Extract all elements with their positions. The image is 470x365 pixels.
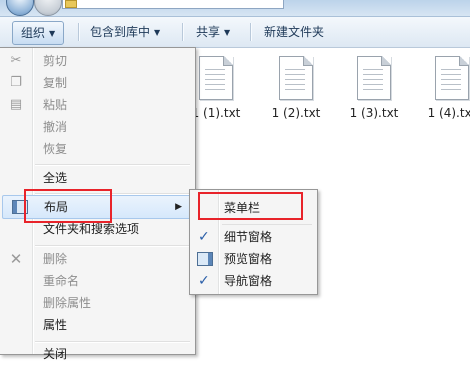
submenu-item-label: 导航窗格 xyxy=(224,274,273,288)
file-name: 1 (3).txt xyxy=(349,106,399,120)
menu-separator xyxy=(35,245,190,247)
folder-icon xyxy=(65,0,77,8)
text-file-icon xyxy=(357,56,391,100)
scissors-icon: ✂ xyxy=(10,53,22,68)
text-file-icon xyxy=(435,56,469,100)
include-in-library-button[interactable]: 包含到库中 ▼ xyxy=(82,22,168,42)
menu-item-label: 复制 xyxy=(43,76,68,90)
submenu-arrow-icon: ▶ xyxy=(175,202,182,212)
menu-item-label: 粘贴 xyxy=(43,98,68,112)
submenu-item-label: 预览窗格 xyxy=(224,252,273,266)
include-label: 包含到库中 xyxy=(90,25,151,39)
menu-item-paste[interactable]: ▤ 粘贴 xyxy=(0,94,195,116)
menu-item-cut[interactable]: ✂ 剪切 xyxy=(0,50,195,72)
highlight-box-menu-bar xyxy=(198,192,303,220)
menu-separator xyxy=(222,224,312,225)
menu-item-remove-properties[interactable]: 删除属性 xyxy=(0,292,195,314)
title-strip xyxy=(0,0,470,17)
menu-separator xyxy=(35,164,190,166)
toolbar-separator xyxy=(182,23,184,41)
text-file-icon xyxy=(279,56,313,100)
organize-label: 组织 xyxy=(21,26,46,40)
file-item[interactable]: 1 (4).txt xyxy=(412,56,470,120)
command-bar: 组织 ▼ 包含到库中 ▼ 共享 ▼ 新建文件夹 xyxy=(0,17,470,48)
new-folder-button[interactable]: 新建文件夹 xyxy=(256,22,332,42)
submenu-item-details-pane[interactable]: ✓ 细节窗格 xyxy=(190,226,317,248)
share-button[interactable]: 共享 ▼ xyxy=(188,22,238,42)
submenu-item-navigation-pane[interactable]: ✓ 导航窗格 xyxy=(190,270,317,292)
menu-item-redo[interactable]: 恢复 xyxy=(0,138,195,160)
new-folder-label: 新建文件夹 xyxy=(264,25,325,39)
submenu-item-label: 细节窗格 xyxy=(224,230,273,244)
file-name: 1 (2).txt xyxy=(271,106,321,120)
copy-icon: ❐ xyxy=(10,75,22,90)
file-item[interactable]: 1 (3).txt xyxy=(334,56,414,120)
menu-item-label: 恢复 xyxy=(43,142,68,156)
menu-item-label: 删除 xyxy=(43,252,68,266)
menu-item-label: 属性 xyxy=(43,318,68,332)
back-button[interactable] xyxy=(6,0,34,16)
organize-button[interactable]: 组织 ▼ xyxy=(12,21,65,45)
menu-item-delete[interactable]: ✕ 删除 xyxy=(0,248,195,270)
menu-item-rename[interactable]: 重命名 xyxy=(0,270,195,292)
menu-item-copy[interactable]: ❐ 复制 xyxy=(0,72,195,94)
paste-icon: ▤ xyxy=(9,97,23,112)
menu-item-label: 删除属性 xyxy=(43,296,92,310)
menu-item-select-all[interactable]: 全选 xyxy=(0,167,195,189)
menu-item-properties[interactable]: 属性 xyxy=(0,314,195,336)
delete-icon: ✕ xyxy=(9,250,23,268)
address-bar[interactable] xyxy=(62,0,284,9)
menu-item-undo[interactable]: 撤消 xyxy=(0,116,195,138)
chevron-down-icon: ▼ xyxy=(49,29,56,38)
toolbar-separator xyxy=(250,23,252,41)
forward-button[interactable] xyxy=(34,0,62,16)
toolbar-separator xyxy=(78,23,80,41)
share-label: 共享 xyxy=(196,25,221,39)
file-name: 1 (4).txt xyxy=(427,106,470,120)
checkmark-icon: ✓ xyxy=(198,273,210,289)
highlight-box-layout xyxy=(24,189,112,223)
menu-item-close[interactable]: 关闭 xyxy=(0,343,195,365)
submenu-item-preview-pane[interactable]: 预览窗格 xyxy=(190,248,317,270)
chevron-down-icon: ▼ xyxy=(224,28,231,37)
preview-pane-icon xyxy=(197,252,213,266)
menu-item-label: 剪切 xyxy=(43,54,68,68)
chevron-down-icon: ▼ xyxy=(154,28,161,37)
menu-item-label: 重命名 xyxy=(43,274,80,288)
file-item[interactable]: 1 (2).txt xyxy=(256,56,336,120)
text-file-icon xyxy=(199,56,233,100)
menu-item-label: 撤消 xyxy=(43,120,68,134)
menu-item-label: 关闭 xyxy=(43,347,68,361)
checkmark-icon: ✓ xyxy=(198,229,210,245)
menu-item-label: 全选 xyxy=(43,171,68,185)
